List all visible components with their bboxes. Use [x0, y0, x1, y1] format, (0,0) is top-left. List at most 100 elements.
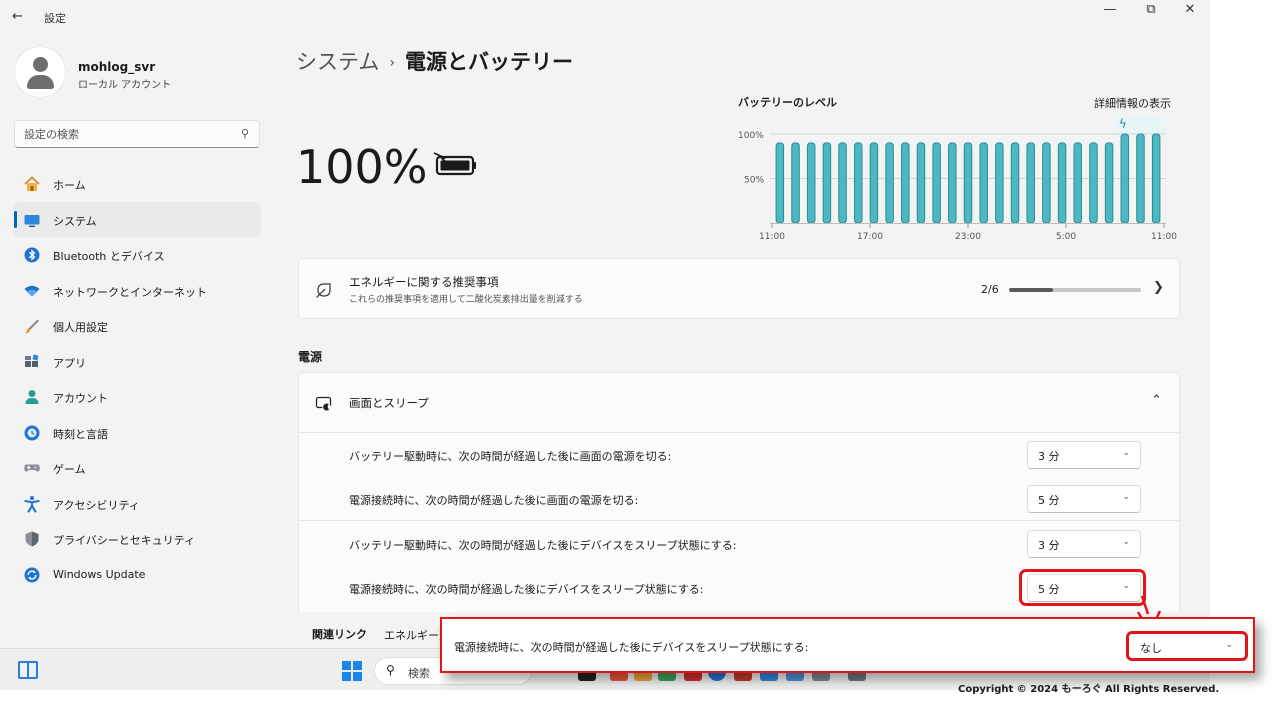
- sidebar-item-bluetooth[interactable]: Bluetooth とデバイス: [14, 237, 261, 273]
- chevron-up-icon[interactable]: ⌃: [1151, 393, 1162, 408]
- home-icon: [23, 175, 41, 193]
- profile-name: mohlog_svr: [78, 60, 156, 74]
- battery-bar: [916, 142, 926, 224]
- screen-sleep-label: 画面とスリープ: [349, 396, 429, 410]
- back-button[interactable]: ←: [12, 8, 32, 26]
- system-icon: [23, 211, 41, 229]
- battery-bar: [948, 142, 957, 224]
- battery-bar: [838, 142, 847, 224]
- battery-bar: [1057, 142, 1067, 224]
- user-profile[interactable]: mohlog_svr ローカル アカウント: [14, 46, 264, 98]
- battery-bar: [1042, 142, 1051, 224]
- sidebar-item-label: 個人用設定: [53, 321, 108, 334]
- avatar-body: [27, 75, 54, 89]
- chevron-right-icon[interactable]: ❯: [1153, 280, 1164, 295]
- battery-bar: [932, 142, 941, 224]
- battery-details-link[interactable]: 詳細情報の表示: [1094, 95, 1171, 111]
- sidebar-item-accessibility[interactable]: アクセシビリティ: [14, 486, 261, 522]
- time-language-icon: [23, 424, 41, 442]
- setting-label: バッテリー駆動時に、次の時間が経過した後にデバイスをスリープ状態にする:: [349, 539, 737, 552]
- profile-account-type: ローカル アカウント: [78, 80, 172, 91]
- setting-row-screen-plugged: 電源接続時に、次の時間が経過した後に画面の電源を切る: 5 分 ⌄: [299, 477, 1179, 521]
- battery-bar: [1089, 142, 1098, 224]
- start-button[interactable]: [342, 661, 362, 681]
- chevron-down-icon: ⌄: [1225, 640, 1233, 650]
- screen-sleep-card: 画面とスリープ ⌃ バッテリー駆動時に、次の時間が経過した後に画面の電源を切る:…: [298, 372, 1180, 648]
- battery-bar: [822, 142, 832, 224]
- battery-bar: [853, 142, 863, 224]
- breadcrumb-separator: ›: [389, 55, 395, 71]
- account-icon: [23, 388, 41, 406]
- search-input[interactable]: [24, 125, 234, 143]
- apps-icon: [23, 353, 41, 371]
- title-bar: ← 設定 — ⧉ ✕: [0, 0, 1210, 34]
- x-tick-label: 23:00: [955, 232, 981, 242]
- close-button[interactable]: ✕: [1172, 2, 1208, 22]
- dropdown-value: 3 分: [1038, 539, 1060, 552]
- sidebar-item-label: ネットワークとインターネット: [53, 285, 207, 299]
- battery-bar: [1120, 133, 1130, 224]
- screen-off-plugged-dropdown[interactable]: 5 分 ⌄: [1027, 485, 1141, 513]
- setting-label: 電源接続時に、次の時間が経過した後に画面の電源を切る:: [349, 494, 639, 507]
- setting-label: バッテリー駆動時に、次の時間が経過した後に画面の電源を切る:: [349, 450, 672, 463]
- chart-x-ticks: [770, 223, 1166, 228]
- avatar-head: [33, 57, 48, 72]
- recommendations-progress-bar: [1009, 288, 1141, 292]
- battery-bar: [1151, 133, 1161, 224]
- widgets-icon[interactable]: [18, 661, 38, 679]
- sidebar-item-system[interactable]: システム: [14, 201, 261, 237]
- screen-off-battery-dropdown[interactable]: 3 分 ⌄: [1027, 441, 1141, 469]
- sidebar-item-network[interactable]: ネットワークとインターネット: [14, 273, 261, 309]
- sidebar-item-label: 時刻と言語: [53, 427, 108, 441]
- recommendations-count: 2/6: [981, 283, 999, 296]
- y-tick-label: 100%: [738, 131, 764, 141]
- battery-bar: [885, 142, 894, 224]
- recommendations-title: エネルギーに関する推奨事項: [349, 275, 499, 289]
- search-icon: ⚲: [386, 663, 395, 677]
- power-section-title: 電源: [298, 350, 323, 364]
- energy-recommendations-card[interactable]: エネルギーに関する推奨事項 これらの推奨事項を適用して二酸化炭素排出量を削減する…: [298, 258, 1180, 319]
- restore-button[interactable]: ⧉: [1133, 2, 1169, 22]
- gaming-icon: [23, 459, 41, 477]
- sidebar-item-home[interactable]: ホーム: [14, 166, 261, 202]
- chevron-down-icon: ⌄: [1122, 448, 1130, 458]
- battery-percentage: 100%: [296, 140, 428, 194]
- y-tick-label: 50%: [744, 176, 764, 186]
- battery-charging-icon: [433, 152, 476, 176]
- sidebar-item-apps[interactable]: アプリ: [14, 344, 261, 380]
- start-tile: [342, 661, 351, 670]
- x-tick-label: 17:00: [857, 232, 883, 242]
- x-tick-label: 11:00: [759, 232, 785, 242]
- sidebar-item-personalization[interactable]: 個人用設定: [14, 308, 261, 344]
- page-title: 電源とバッテリー: [404, 50, 573, 74]
- divider: [299, 520, 1179, 521]
- chevron-down-icon: ⌄: [1122, 537, 1130, 547]
- battery-bar: [1136, 133, 1145, 224]
- search-icon[interactable]: ⚲: [241, 127, 249, 140]
- sidebar-item-windows-update[interactable]: Windows Update: [14, 557, 261, 593]
- battery-bar: [979, 142, 988, 224]
- sidebar-item-label: システム: [53, 214, 97, 228]
- screen-sleep-icon: [315, 396, 332, 412]
- network-icon: [23, 282, 41, 300]
- setting-row-sleep-battery: バッテリー駆動時に、次の時間が経過した後にデバイスをスリープ状態にする: 3 分…: [299, 522, 1179, 566]
- personalization-icon: [23, 317, 41, 335]
- breadcrumb-parent[interactable]: システム: [296, 50, 379, 74]
- taskbar-search-label: 検索: [408, 667, 430, 680]
- screen-sleep-header[interactable]: 画面とスリープ ⌃: [299, 373, 1179, 433]
- start-tile: [353, 661, 362, 670]
- recommendations-subtitle: これらの推奨事項を適用して二酸化炭素排出量を削減する: [349, 295, 583, 305]
- sidebar-item-time-language[interactable]: 時刻と言語: [14, 415, 261, 451]
- chevron-down-icon: ⌄: [1122, 492, 1130, 502]
- setting-row-screen-battery: バッテリー駆動時に、次の時間が経過した後に画面の電源を切る: 3 分 ⌄: [299, 433, 1179, 477]
- start-tile: [353, 672, 362, 681]
- sidebar-item-gaming[interactable]: ゲーム: [14, 450, 261, 486]
- battery-bar: [869, 142, 879, 224]
- battery-bar: [1026, 142, 1035, 224]
- minimize-button[interactable]: —: [1092, 2, 1128, 22]
- sidebar-item-accounts[interactable]: アカウント: [14, 379, 261, 415]
- sleep-plugged-dropdown-changed[interactable]: なし ⌄: [1126, 631, 1248, 661]
- sleep-battery-dropdown[interactable]: 3 分 ⌄: [1027, 530, 1141, 558]
- settings-search-box[interactable]: ⚲: [14, 120, 260, 148]
- sidebar-item-privacy[interactable]: プライバシーとセキュリティ: [14, 521, 261, 557]
